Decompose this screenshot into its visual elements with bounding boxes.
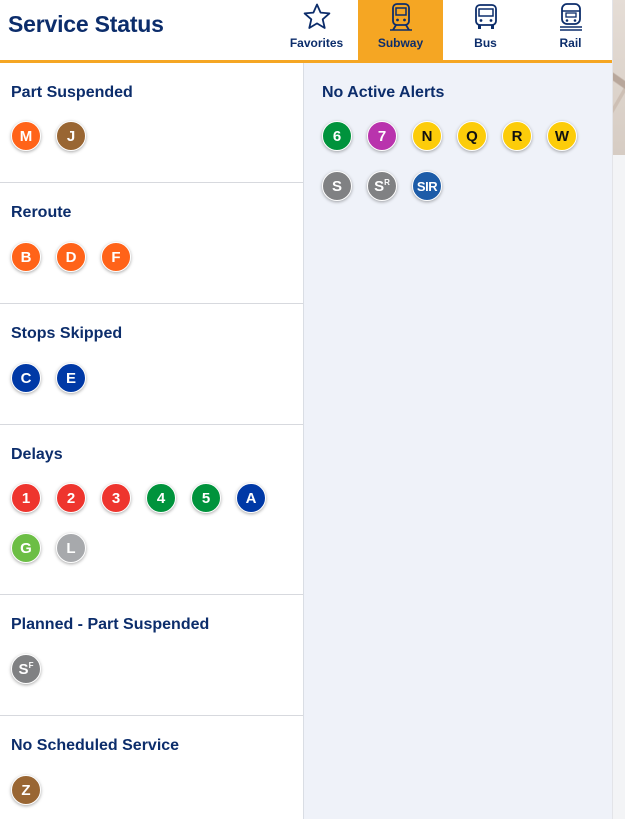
route-letter: S bbox=[18, 660, 29, 678]
route-letter: 6 bbox=[332, 127, 342, 145]
route-bullet[interactable]: W bbox=[547, 121, 577, 151]
route-bullet[interactable]: Z bbox=[11, 775, 41, 805]
route-letter: S bbox=[331, 177, 342, 195]
route-letter: L bbox=[66, 539, 76, 557]
route-bullet[interactable]: R bbox=[502, 121, 532, 151]
route-bullet[interactable]: C bbox=[11, 363, 41, 393]
route-bullet[interactable]: SF bbox=[11, 654, 41, 684]
route-letter: E bbox=[65, 369, 76, 387]
route-letter: G bbox=[20, 539, 32, 557]
route-bullet[interactable]: D bbox=[56, 242, 86, 272]
tab-rail-label: Rail bbox=[559, 36, 582, 50]
route-bullet[interactable]: A bbox=[236, 483, 266, 513]
route-bullet[interactable]: 1 bbox=[11, 483, 41, 513]
route-suffix: R bbox=[384, 177, 390, 187]
section-title: No Active Alerts bbox=[322, 84, 445, 101]
route-bullet[interactable]: F bbox=[101, 242, 131, 272]
bus-icon bbox=[473, 2, 499, 32]
route-bullet[interactable]: 3 bbox=[101, 483, 131, 513]
route-letter: N bbox=[421, 127, 433, 145]
route-letter: J bbox=[66, 127, 76, 145]
route-bullet[interactable]: J bbox=[56, 121, 86, 151]
route-letter: A bbox=[245, 489, 257, 507]
route-letter: S bbox=[374, 177, 385, 195]
route-bullet[interactable]: L bbox=[56, 533, 86, 563]
route-bullet[interactable]: B bbox=[11, 242, 41, 272]
route-letter: R bbox=[511, 127, 523, 145]
route-letter: Z bbox=[21, 781, 31, 799]
tab-favorites[interactable]: Favorites bbox=[274, 0, 359, 60]
route-letter: 2 bbox=[66, 489, 76, 507]
route-letter: M bbox=[19, 127, 33, 145]
page-title: Service Status bbox=[8, 11, 164, 37]
route-bullet[interactable]: 5 bbox=[191, 483, 221, 513]
tab-favorites-label: Favorites bbox=[289, 36, 344, 50]
route-bullet[interactable]: M bbox=[11, 121, 41, 151]
tab-subway[interactable]: Subway bbox=[358, 0, 443, 60]
route-letter: Q bbox=[466, 127, 478, 145]
tab-bus-label: Bus bbox=[474, 36, 497, 50]
header: Service Status Favorites Subway Bus Rail bbox=[0, 0, 612, 63]
section-reroute: Reroute B D F bbox=[0, 183, 303, 304]
route-bullet[interactable]: N bbox=[412, 121, 442, 151]
route-letter: SIR bbox=[416, 178, 438, 194]
section-title: Reroute bbox=[11, 204, 72, 221]
section-stops-skipped: Stops Skipped C E bbox=[0, 304, 303, 425]
route-letter: B bbox=[20, 248, 32, 266]
route-letter: 7 bbox=[377, 127, 387, 145]
rail-icon bbox=[558, 2, 584, 32]
section-delays: Delays 1 2 3 4 5 A G L bbox=[0, 425, 303, 595]
route-letter: F bbox=[111, 248, 121, 266]
star-icon bbox=[302, 2, 332, 32]
route-bullet[interactable]: 4 bbox=[146, 483, 176, 513]
route-letter: C bbox=[20, 369, 32, 387]
section-title: Planned - Part Suspended bbox=[11, 616, 210, 633]
section-title: Stops Skipped bbox=[11, 325, 123, 342]
route-bullet[interactable]: G bbox=[11, 533, 41, 563]
subway-icon bbox=[388, 2, 414, 32]
alerts-column: Part Suspended M J Reroute B D F Stops Skip… bbox=[0, 63, 303, 819]
route-letter: W bbox=[554, 127, 570, 145]
route-bullet[interactable]: E bbox=[56, 363, 86, 393]
section-part-suspended: Part Suspended M J bbox=[0, 63, 303, 183]
route-bullet[interactable]: SIR bbox=[412, 171, 442, 201]
route-letter: 4 bbox=[156, 489, 166, 507]
route-suffix: F bbox=[28, 660, 34, 670]
route-bullet[interactable]: S bbox=[322, 171, 352, 201]
route-bullet[interactable]: 6 bbox=[322, 121, 352, 151]
service-status-panel: Service Status Favorites Subway Bus Rail bbox=[0, 0, 612, 819]
section-no-scheduled-service: No Scheduled Service Z bbox=[0, 716, 303, 819]
section-title: No Scheduled Service bbox=[11, 737, 180, 754]
tab-rail[interactable]: Rail bbox=[528, 0, 613, 60]
route-bullet[interactable]: 2 bbox=[56, 483, 86, 513]
route-bullet[interactable]: 7 bbox=[367, 121, 397, 151]
map-thumbnail bbox=[613, 0, 625, 155]
route-bullet[interactable]: Q bbox=[457, 121, 487, 151]
route-bullet[interactable]: SR bbox=[367, 171, 397, 201]
section-title: Delays bbox=[11, 446, 63, 463]
section-planned-part-suspended: Planned - Part Suspended SF bbox=[0, 595, 303, 716]
tab-subway-label: Subway bbox=[377, 36, 424, 50]
section-title: Part Suspended bbox=[11, 84, 133, 101]
route-letter: 3 bbox=[111, 489, 121, 507]
tab-bus[interactable]: Bus bbox=[443, 0, 528, 60]
route-letter: 5 bbox=[201, 489, 211, 507]
no-alerts-column: No Active Alerts 6 7 N Q R W S S R SIR bbox=[303, 63, 612, 819]
route-letter: 1 bbox=[21, 489, 31, 507]
route-letter: D bbox=[65, 248, 77, 266]
